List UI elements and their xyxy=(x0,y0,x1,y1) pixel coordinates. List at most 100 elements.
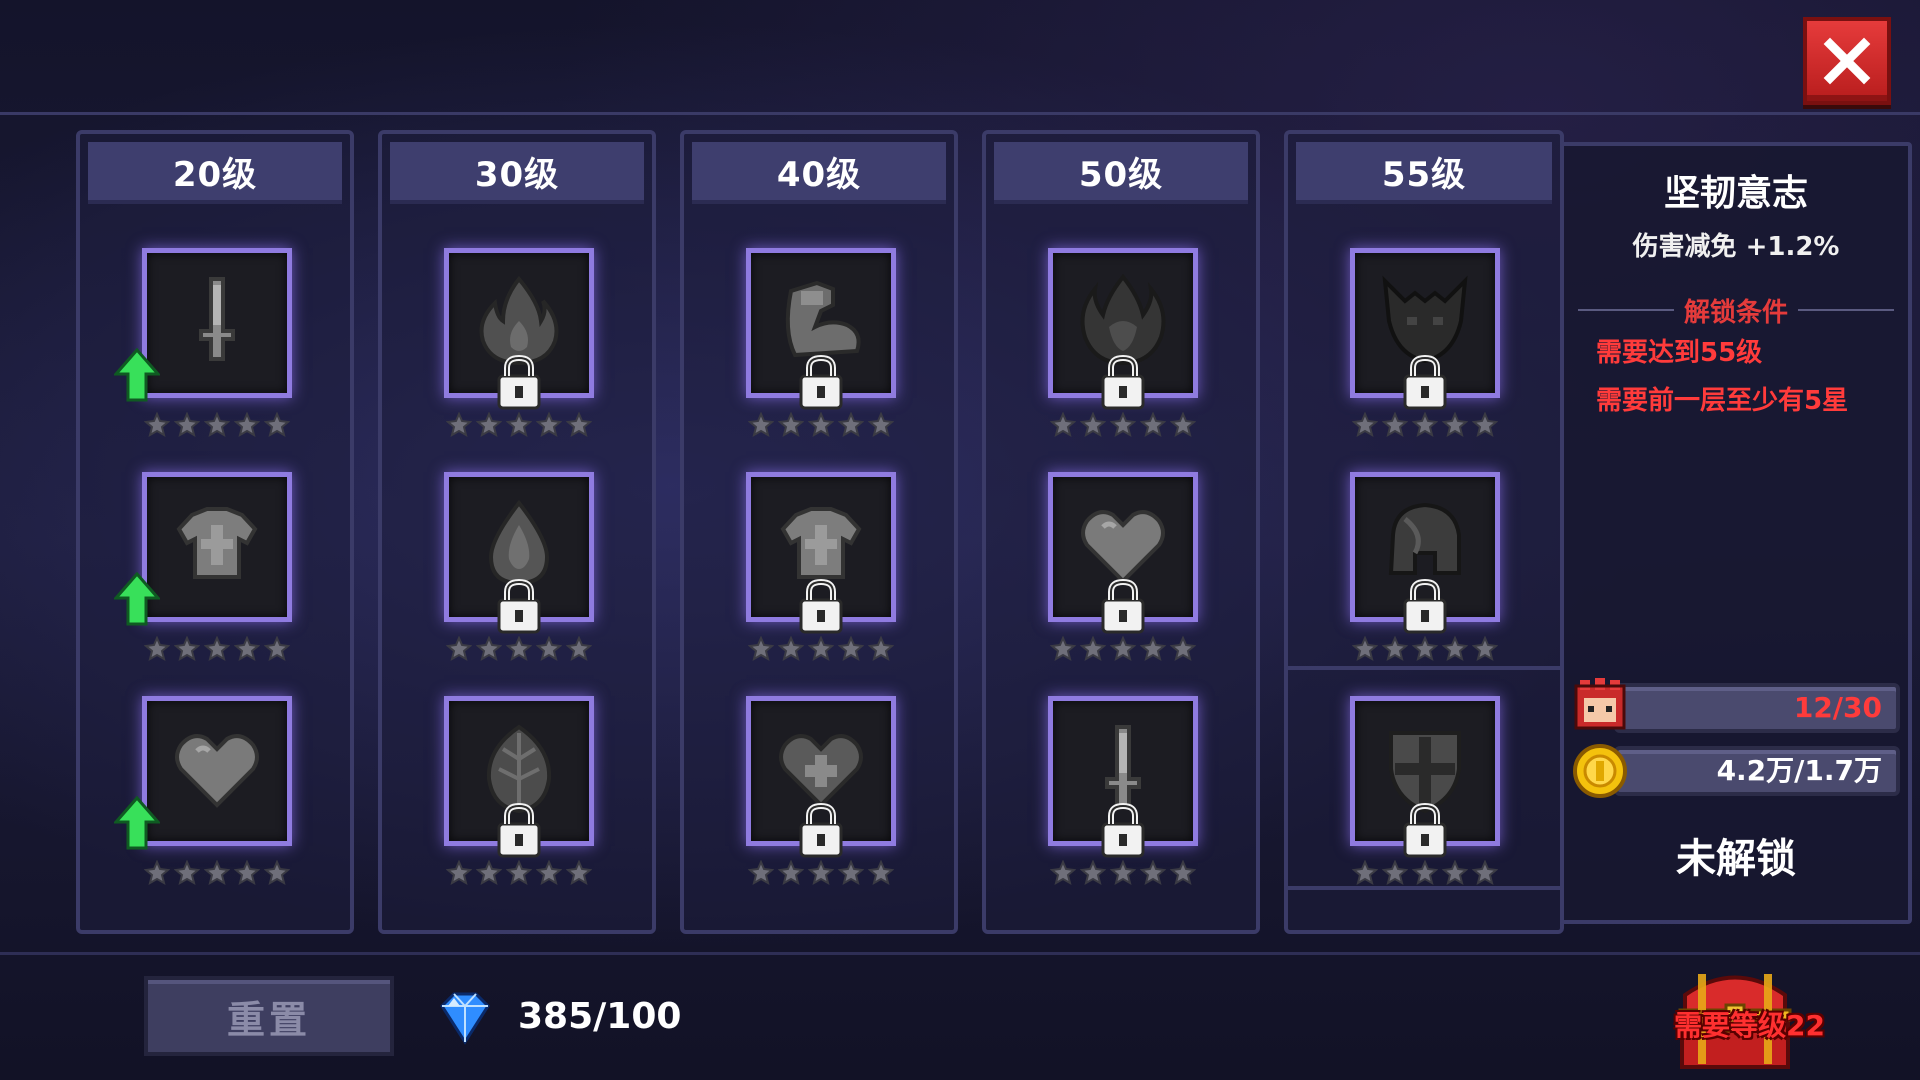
star-rating xyxy=(444,860,594,886)
lock-icon xyxy=(799,802,843,858)
star-icon xyxy=(264,860,290,886)
skill-slot[interactable] xyxy=(444,472,594,682)
star-icon xyxy=(838,412,864,438)
star-icon xyxy=(838,636,864,662)
lock-icon xyxy=(1101,802,1145,858)
star-icon xyxy=(1080,860,1106,886)
skill-slot[interactable] xyxy=(444,248,594,458)
star-icon xyxy=(1442,412,1468,438)
reset-button[interactable]: 重置 xyxy=(144,976,394,1056)
star-icon xyxy=(536,636,562,662)
star-icon xyxy=(1472,412,1498,438)
star-icon xyxy=(778,636,804,662)
skill-slot[interactable] xyxy=(746,248,896,458)
hero-fragment-icon xyxy=(1574,678,1626,730)
star-rating xyxy=(142,412,292,438)
unlock-condition: 需要前一层至少有5星 xyxy=(1596,386,1849,416)
star-icon xyxy=(144,860,170,886)
star-icon xyxy=(446,636,472,662)
star-rating xyxy=(1350,412,1500,438)
skill-icon-frame[interactable] xyxy=(142,472,292,622)
skill-slot[interactable] xyxy=(1048,248,1198,458)
level-header: 30级 xyxy=(390,142,644,204)
star-icon xyxy=(204,636,230,662)
level-column: 40级 xyxy=(680,130,958,934)
star-icon xyxy=(476,860,502,886)
skill-title: 坚韧意志 xyxy=(1663,173,1808,214)
lock-icon xyxy=(799,354,843,410)
star-icon xyxy=(1140,412,1166,438)
fragment-progress-bar: 12/30 xyxy=(1614,683,1900,733)
star-icon xyxy=(1080,636,1106,662)
sword-icon xyxy=(199,277,235,361)
close-button[interactable] xyxy=(1803,17,1891,105)
star-icon xyxy=(1140,636,1166,662)
level-header: 40级 xyxy=(692,142,946,204)
star-rating xyxy=(444,636,594,662)
star-icon xyxy=(808,412,834,438)
skill-slot[interactable] xyxy=(1048,696,1198,906)
lock-icon xyxy=(1403,802,1447,858)
level-header: 55级 xyxy=(1296,142,1552,204)
upgrade-arrow-icon xyxy=(114,348,160,402)
star-icon xyxy=(808,860,834,886)
skill-icon-frame[interactable] xyxy=(142,696,292,846)
upgrade-arrow-icon xyxy=(114,572,160,626)
star-icon xyxy=(868,636,894,662)
star-icon xyxy=(1170,860,1196,886)
star-icon xyxy=(566,860,592,886)
gem-count: 385/100 xyxy=(518,996,682,1037)
star-icon xyxy=(868,412,894,438)
star-icon xyxy=(476,412,502,438)
top-divider xyxy=(0,112,1920,115)
bottom-divider xyxy=(0,952,1920,955)
star-icon xyxy=(1050,636,1076,662)
skill-slot[interactable] xyxy=(114,472,292,682)
star-rating xyxy=(1048,636,1198,662)
star-icon xyxy=(174,860,200,886)
star-icon xyxy=(868,860,894,886)
star-icon xyxy=(1442,860,1468,886)
star-rating xyxy=(1350,636,1500,662)
star-icon xyxy=(174,412,200,438)
skill-slot[interactable] xyxy=(1350,696,1500,906)
skill-slot[interactable] xyxy=(746,472,896,682)
skill-slot[interactable] xyxy=(746,696,896,906)
lock-icon xyxy=(799,578,843,634)
heart-icon xyxy=(175,734,259,808)
star-icon xyxy=(1080,412,1106,438)
star-icon xyxy=(566,412,592,438)
unlock-condition: 需要达到55级 xyxy=(1596,338,1763,368)
star-icon xyxy=(264,412,290,438)
lock-icon xyxy=(497,354,541,410)
star-icon xyxy=(1140,860,1166,886)
column-separator xyxy=(1284,886,1564,890)
level-column: 50级 xyxy=(982,130,1260,934)
star-rating xyxy=(142,636,292,662)
skill-slot[interactable] xyxy=(1350,472,1500,682)
skill-slot[interactable] xyxy=(114,248,292,458)
star-icon xyxy=(446,860,472,886)
gold-coin-icon xyxy=(1573,744,1627,798)
skill-slot[interactable] xyxy=(444,696,594,906)
chest-level-requirement: 需要等级22 xyxy=(1674,1009,1825,1042)
star-icon xyxy=(748,412,774,438)
star-icon xyxy=(174,636,200,662)
skill-icon-frame[interactable] xyxy=(142,248,292,398)
skill-slot[interactable] xyxy=(1350,248,1500,458)
star-rating xyxy=(746,860,896,886)
star-icon xyxy=(234,636,260,662)
star-icon xyxy=(1170,412,1196,438)
star-rating xyxy=(1048,412,1198,438)
star-icon xyxy=(1472,636,1498,662)
star-icon xyxy=(838,860,864,886)
skill-slot[interactable] xyxy=(1048,472,1198,682)
star-icon xyxy=(144,412,170,438)
lock-icon xyxy=(497,802,541,858)
star-icon xyxy=(778,412,804,438)
star-icon xyxy=(204,412,230,438)
star-icon xyxy=(536,860,562,886)
star-icon xyxy=(1110,412,1136,438)
skill-slot[interactable] xyxy=(114,696,292,906)
gold-count: 4.2万/1.7万 xyxy=(1716,754,1882,787)
